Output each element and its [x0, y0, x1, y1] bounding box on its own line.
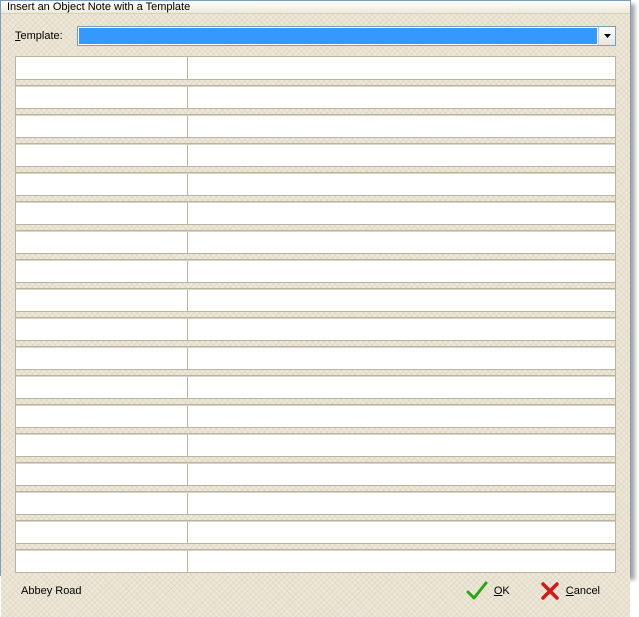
- template-combo-button[interactable]: [598, 27, 615, 45]
- footer: Abbey Road OK Cancel: [15, 573, 616, 609]
- row-gap: [16, 427, 615, 434]
- cell-value[interactable]: [188, 232, 615, 253]
- ok-button-label: OK: [494, 585, 510, 597]
- table-row[interactable]: [16, 231, 615, 253]
- row-gap: [16, 311, 615, 318]
- cell-key[interactable]: [16, 261, 188, 282]
- dialog-body: Template: Abbey Road OK: [1, 14, 630, 617]
- table-row[interactable]: [16, 173, 615, 195]
- row-gap: [16, 398, 615, 405]
- row-gap: [16, 340, 615, 347]
- table-row[interactable]: [16, 550, 615, 572]
- table-row[interactable]: [16, 347, 615, 369]
- table-row[interactable]: [16, 202, 615, 224]
- cell-value[interactable]: [188, 551, 615, 572]
- table-row[interactable]: [16, 492, 615, 514]
- table-row[interactable]: [16, 86, 615, 108]
- chevron-down-icon: [604, 34, 611, 38]
- dialog-window: Insert an Object Note with a Template Te…: [0, 0, 631, 576]
- table-row[interactable]: [16, 57, 615, 79]
- row-gap: [16, 369, 615, 376]
- row-gap: [16, 79, 615, 86]
- row-gap: [16, 195, 615, 202]
- cell-key[interactable]: [16, 57, 188, 79]
- cell-value[interactable]: [188, 522, 615, 543]
- cancel-button[interactable]: Cancel: [536, 579, 604, 603]
- row-gap: [16, 543, 615, 550]
- cell-key[interactable]: [16, 377, 188, 398]
- row-gap: [16, 166, 615, 173]
- cell-key[interactable]: [16, 551, 188, 572]
- title-text: Insert an Object Note with a Template: [7, 1, 190, 13]
- cell-value[interactable]: [188, 174, 615, 195]
- row-gap: [16, 137, 615, 144]
- table-row[interactable]: [16, 144, 615, 166]
- cell-value[interactable]: [188, 435, 615, 456]
- template-label: Template:: [15, 30, 63, 42]
- cell-value[interactable]: [188, 377, 615, 398]
- table-row[interactable]: [16, 521, 615, 543]
- cell-value[interactable]: [188, 87, 615, 108]
- checkmark-icon: [466, 581, 488, 601]
- template-combo[interactable]: [77, 26, 616, 46]
- template-row: Template:: [15, 26, 616, 46]
- row-gap: [16, 456, 615, 463]
- cell-key[interactable]: [16, 348, 188, 369]
- cell-key[interactable]: [16, 203, 188, 224]
- row-gap: [16, 514, 615, 521]
- cell-key[interactable]: [16, 435, 188, 456]
- row-gap: [16, 282, 615, 289]
- cell-value[interactable]: [188, 493, 615, 514]
- cell-value[interactable]: [188, 145, 615, 166]
- cell-key[interactable]: [16, 522, 188, 543]
- cancel-button-label: Cancel: [566, 585, 600, 597]
- cell-value[interactable]: [188, 57, 615, 79]
- cell-key[interactable]: [16, 116, 188, 137]
- table-row[interactable]: [16, 318, 615, 340]
- table-row[interactable]: [16, 376, 615, 398]
- template-combo-selection: [79, 28, 597, 44]
- cell-value[interactable]: [188, 319, 615, 340]
- table-row[interactable]: [16, 405, 615, 427]
- cell-value[interactable]: [188, 290, 615, 311]
- cell-value[interactable]: [188, 406, 615, 427]
- titlebar: Insert an Object Note with a Template: [1, 1, 630, 14]
- cell-key[interactable]: [16, 493, 188, 514]
- row-gap: [16, 108, 615, 115]
- properties-grid[interactable]: [15, 56, 616, 573]
- template-label-rest: emplate:: [21, 30, 63, 42]
- cell-key[interactable]: [16, 87, 188, 108]
- table-row[interactable]: [16, 289, 615, 311]
- row-gap: [16, 485, 615, 492]
- cell-key[interactable]: [16, 232, 188, 253]
- cross-icon: [540, 581, 560, 601]
- cell-value[interactable]: [188, 348, 615, 369]
- cell-value[interactable]: [188, 464, 615, 485]
- ok-button[interactable]: OK: [462, 579, 514, 603]
- cell-key[interactable]: [16, 290, 188, 311]
- row-gap: [16, 224, 615, 231]
- table-row[interactable]: [16, 115, 615, 137]
- cell-value[interactable]: [188, 261, 615, 282]
- table-row[interactable]: [16, 463, 615, 485]
- cell-key[interactable]: [16, 174, 188, 195]
- cell-key[interactable]: [16, 319, 188, 340]
- cell-value[interactable]: [188, 116, 615, 137]
- table-row[interactable]: [16, 260, 615, 282]
- table-row[interactable]: [16, 434, 615, 456]
- cell-key[interactable]: [16, 464, 188, 485]
- cell-key[interactable]: [16, 406, 188, 427]
- cell-key[interactable]: [16, 145, 188, 166]
- cell-value[interactable]: [188, 203, 615, 224]
- status-text: Abbey Road: [19, 585, 440, 597]
- row-gap: [16, 253, 615, 260]
